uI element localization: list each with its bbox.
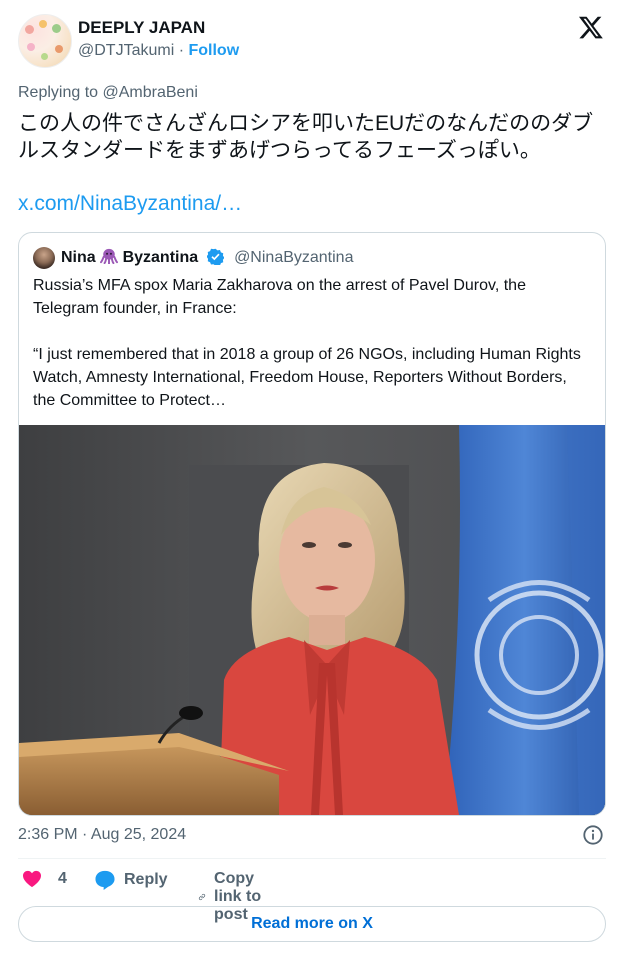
- author-handle-row: @DTJTakumi · Follow: [78, 42, 239, 60]
- quoted-handle: @NinaByzantina: [234, 249, 354, 266]
- quoted-tweet[interactable]: Nina Byzantina @NinaByzantina Russia’s M…: [18, 232, 606, 816]
- tweet-text: この人の件でさんざんロシアを叩いたEUだのなんだののダブルスタンダードをまずあげ…: [18, 112, 594, 162]
- quoted-paragraph-2: “I just remembered that in 2018 a group …: [33, 346, 581, 409]
- divider: [18, 858, 606, 859]
- separator-dot: ·: [178, 42, 185, 59]
- link-icon: [198, 893, 206, 901]
- quoted-name-last: Byzantina: [122, 249, 199, 266]
- author-avatar[interactable]: [18, 14, 72, 68]
- timestamp[interactable]: 2:36 PM · Aug 25, 2024: [18, 826, 186, 844]
- heart-icon: [23, 870, 41, 888]
- reply-label: Reply: [124, 871, 168, 888]
- read-more-button[interactable]: Read more on X: [18, 906, 606, 942]
- verified-badge-icon: [206, 248, 224, 265]
- quoted-name-first: Nina: [61, 249, 96, 266]
- author-name[interactable]: DEEPLY JAPAN: [78, 18, 205, 38]
- like-count: 4: [58, 870, 67, 887]
- follow-button[interactable]: Follow: [188, 42, 239, 59]
- quoted-avatar[interactable]: [33, 247, 55, 269]
- quoted-photo[interactable]: [19, 425, 605, 815]
- octopus-emoji-icon: [100, 248, 119, 264]
- x-logo-icon[interactable]: [578, 14, 604, 40]
- author-handle[interactable]: @DTJTakumi: [78, 42, 174, 59]
- replying-to[interactable]: Replying to @AmbraBeni: [18, 84, 198, 102]
- like-button[interactable]: 4: [22, 870, 67, 888]
- reply-button[interactable]: Reply: [94, 870, 168, 890]
- quoted-paragraph-1: Russia’s MFA spox Maria Zakharova on the…: [33, 277, 526, 317]
- quoted-author: Nina Byzantina @NinaByzantina: [61, 248, 353, 267]
- tweet-link[interactable]: x.com/NinaByzantina/…: [18, 192, 242, 216]
- info-icon[interactable]: [582, 824, 604, 846]
- quoted-text: Russia’s MFA spox Maria Zakharova on the…: [33, 274, 593, 412]
- reply-bubble-icon: [95, 870, 115, 890]
